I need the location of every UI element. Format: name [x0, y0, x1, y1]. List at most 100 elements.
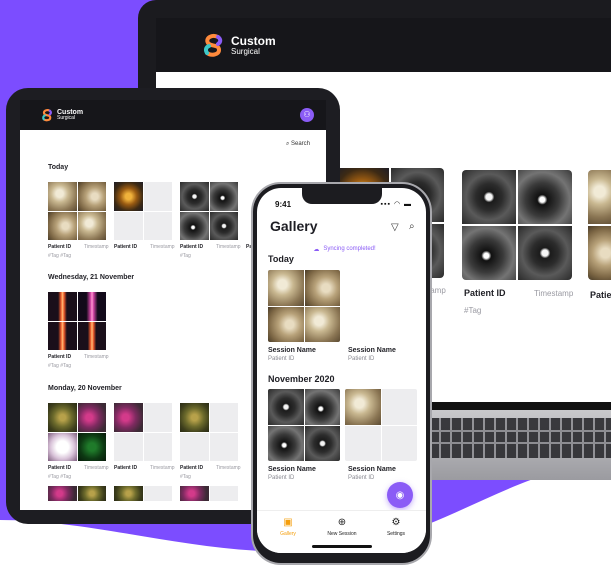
session-image [48, 486, 77, 501]
session-image [180, 486, 209, 501]
logo-line2: Surgical [57, 115, 76, 121]
session-image [304, 270, 340, 306]
session-image [209, 182, 238, 211]
session-image [304, 306, 340, 342]
card-tag[interactable]: #Tag [180, 474, 191, 480]
search-icon: ⌕ [285, 141, 290, 147]
card-tag[interactable]: #Tag [180, 253, 191, 259]
session-image [462, 226, 516, 280]
user-icon: ⚇ [303, 110, 311, 119]
session-thumbnail-grid[interactable] [48, 486, 106, 510]
session-thumbnail-grid[interactable] [180, 403, 238, 461]
search-button[interactable]: ⌕ Search [286, 141, 310, 148]
session-image [180, 403, 209, 432]
session-image [77, 486, 106, 501]
custom-surgical-logo[interactable]: Custom Surgical [200, 32, 276, 58]
section-title: Monday, 20 November [48, 385, 122, 392]
session-thumbnail-grid[interactable] [462, 170, 572, 280]
search-button[interactable]: ⌕ [409, 221, 415, 232]
laptop-header: Custom Surgical [156, 18, 611, 72]
card-timestamp: Timestamp [150, 465, 175, 471]
session-patient-id: Patient ID [268, 356, 295, 362]
session-thumbnail-grid[interactable] [48, 403, 106, 461]
session-image [114, 182, 143, 211]
session-name: Session Name [268, 466, 316, 473]
card-timestamp: Timestamp [84, 354, 109, 360]
session-name: Session Name [348, 466, 396, 473]
session-image [588, 170, 611, 224]
session-thumbnail-grid[interactable] [345, 389, 417, 461]
card-patient-id: Patient ID [464, 288, 506, 298]
card-timestamp: Timestamp [534, 289, 574, 298]
session-image [48, 292, 77, 321]
keyboard-row-divider [430, 442, 611, 444]
tab-gallery[interactable]: ▣ Gallery [263, 517, 313, 537]
session-image-placeholder [209, 432, 238, 461]
session-image-placeholder [381, 389, 417, 425]
session-image [48, 403, 77, 432]
session-image-placeholder [143, 432, 172, 461]
session-image [180, 182, 209, 211]
session-thumbnail-grid[interactable] [114, 182, 172, 240]
session-image [114, 403, 143, 432]
session-image-placeholder [345, 425, 381, 461]
signal-icon: ▪▪▪ [380, 201, 391, 208]
card-patient-id: Patient ID [114, 244, 138, 250]
card-patient-id: Patient ID [48, 354, 72, 360]
session-image-placeholder [143, 182, 172, 211]
logo-mark-icon [203, 33, 223, 57]
user-avatar-button[interactable]: ⚇ [300, 108, 314, 122]
session-patient-id: Patient ID [268, 475, 295, 481]
session-image [518, 226, 572, 280]
tab-new-session[interactable]: ⊕ New Session [317, 517, 367, 537]
card-patient-id: Patient ID [48, 244, 72, 250]
card-patient-id: Patient ID [48, 465, 72, 471]
session-thumbnail-grid[interactable] [588, 170, 611, 280]
session-image-placeholder [143, 486, 172, 501]
session-image-placeholder [180, 432, 209, 461]
plus-circle-icon: ⊕ [337, 517, 347, 528]
session-image-placeholder [114, 211, 143, 240]
session-thumbnail-grid[interactable] [48, 182, 106, 240]
gallery-icon: ▣ [283, 517, 293, 528]
session-thumbnail-grid[interactable] [48, 292, 106, 350]
tab-settings[interactable]: ⚙ Settings [371, 517, 421, 537]
session-image [268, 306, 304, 342]
card-tag[interactable]: #Tag #Tag [48, 363, 71, 369]
session-thumbnail-grid[interactable] [180, 486, 238, 510]
card-tag[interactable]: #Tag [464, 306, 481, 315]
session-patient-id: Patient ID [348, 356, 375, 362]
card-tag[interactable]: #Tag #Tag [48, 253, 71, 259]
session-image [518, 170, 572, 224]
card-timestamp: Timestamp [216, 465, 241, 471]
session-image [77, 211, 106, 240]
session-thumbnail-grid[interactable] [268, 270, 340, 342]
laptop-keyboard [430, 418, 611, 458]
session-thumbnail-grid[interactable] [180, 182, 238, 240]
home-indicator [312, 545, 372, 548]
logo-line1: Custom [231, 33, 276, 48]
logo-line2: Surgical [231, 46, 260, 56]
status-time: 9:41 [275, 200, 292, 209]
wifi-icon: ◠ [393, 201, 402, 208]
session-image [345, 389, 381, 425]
session-thumbnail-grid[interactable] [114, 403, 172, 461]
custom-surgical-logo[interactable]: Custom Surgical [40, 108, 83, 122]
session-thumbnail-grid[interactable] [268, 389, 340, 461]
card-timestamp: Timestamp [84, 465, 109, 471]
filter-button[interactable]: ▽ [391, 222, 399, 233]
card-tag[interactable]: #Tag #Tag [48, 474, 71, 480]
session-image-placeholder [381, 425, 417, 461]
session-thumbnail-grid[interactable] [114, 486, 172, 510]
tablet-header: Custom Surgical ⚇ [20, 100, 326, 130]
card-timestamp: Timestamp [84, 244, 109, 250]
session-name: Session Name [348, 347, 396, 354]
session-image [114, 486, 143, 501]
session-image [77, 403, 106, 432]
card-timestamp: Timestamp [150, 244, 175, 250]
camera-fab-button[interactable]: ◉ [387, 482, 413, 508]
session-image [77, 182, 106, 211]
page-title: Gallery [270, 218, 318, 234]
filter-icon: ▽ [391, 222, 399, 233]
session-image [268, 270, 304, 306]
